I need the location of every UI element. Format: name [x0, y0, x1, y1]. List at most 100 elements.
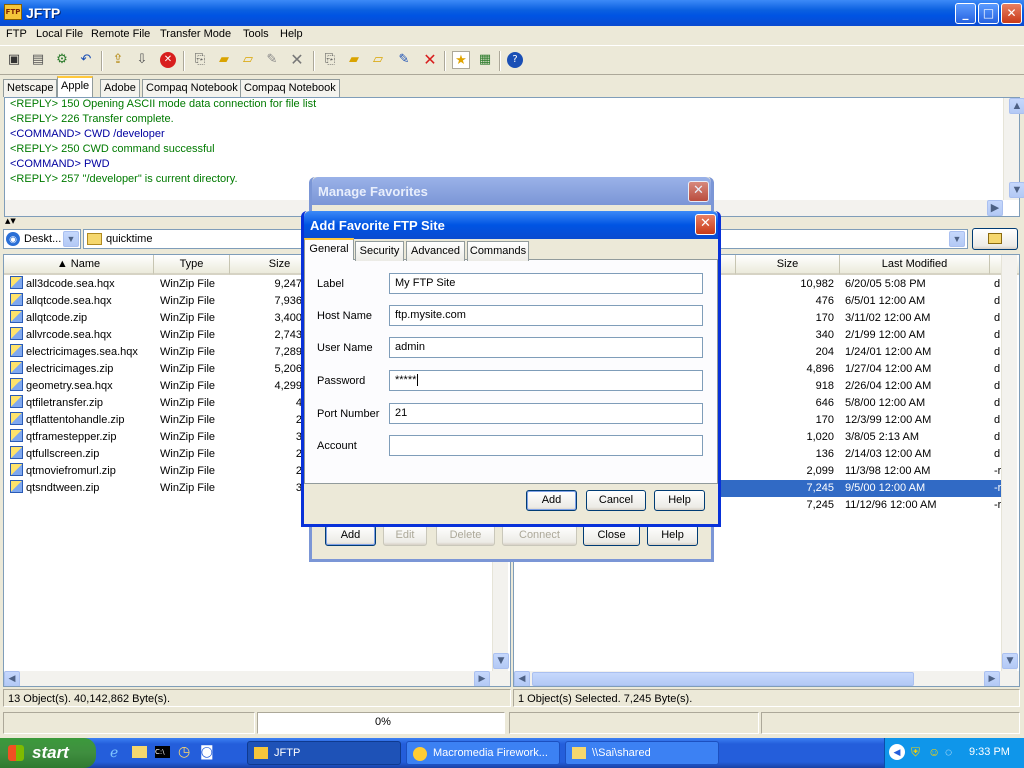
add-button[interactable]: Add [526, 490, 577, 511]
site-tab-compaq-notebook-2[interactable]: Compaq Notebook [240, 79, 340, 97]
copy-icon[interactable]: ⎘ [191, 51, 209, 69]
command-prompt-icon[interactable]: C:\ [155, 746, 170, 758]
local-drive-select[interactable]: ◉ Deskt... ▼ [3, 229, 81, 249]
log-vertical-scrollbar[interactable]: ▲ ▼ [1003, 98, 1024, 200]
scroll-left-arrow-icon[interactable]: ◀ [514, 671, 530, 686]
remote-rename-icon[interactable]: ✎ [395, 51, 413, 69]
log-window-icon[interactable]: ▦ [476, 51, 494, 69]
scroll-right-arrow-icon[interactable]: ▶ [984, 671, 1000, 686]
upload-icon[interactable]: ⇪ [109, 51, 127, 69]
explorer-folder-icon[interactable] [132, 746, 147, 758]
download-icon[interactable]: ⇩ [133, 51, 151, 69]
label-input[interactable]: My FTP Site [389, 273, 703, 294]
menu-help[interactable]: Help [280, 28, 303, 40]
scroll-up-arrow-icon[interactable]: ▲ [1009, 98, 1024, 114]
favorites-close-button[interactable]: Close [583, 525, 640, 546]
delete-icon[interactable]: ✕ [288, 51, 306, 69]
column-last-modified[interactable]: Last Modified [840, 255, 990, 275]
column-name[interactable]: ▲ Name [4, 255, 154, 275]
security-shield-icon[interactable]: ⛨ [911, 745, 920, 760]
rename-icon[interactable]: ✎ [263, 51, 281, 69]
reconnect-icon[interactable]: ↶ [77, 51, 95, 69]
menu-tools[interactable]: Tools [243, 28, 269, 40]
close-button[interactable]: ✕ [1001, 3, 1022, 24]
scroll-down-arrow-icon[interactable]: ▼ [1009, 182, 1024, 198]
account-input[interactable] [389, 435, 703, 456]
cancel-button[interactable]: Cancel [586, 490, 646, 511]
favorites-connect-button[interactable]: Connect [502, 525, 577, 546]
dropdown-chevron-icon[interactable]: ▼ [63, 231, 79, 247]
favorites-help-button[interactable]: Help [647, 525, 698, 546]
clock-app-icon[interactable]: ◷ [178, 744, 190, 760]
dropdown-chevron-icon[interactable]: ▼ [949, 231, 965, 247]
remote-new-folder-icon[interactable]: ▰ [345, 51, 363, 69]
scroll-thumb[interactable] [532, 672, 914, 686]
file-name: geometry.sea.hqx [10, 378, 113, 395]
task-jftp[interactable]: JFTP [247, 741, 401, 765]
scroll-right-arrow-icon[interactable]: ▶ [987, 200, 1003, 216]
maximize-button[interactable]: □ [978, 3, 999, 24]
add-favorite-title[interactable]: Add Favorite FTP Site [304, 211, 718, 239]
remote-horizontal-scrollbar[interactable]: ◀ ▶ [514, 671, 1019, 686]
quick-connect-icon[interactable]: ▤ [29, 51, 47, 69]
local-horizontal-scrollbar[interactable]: ◀ ▶ [4, 671, 510, 686]
new-connection-icon[interactable]: ▣ [5, 51, 23, 69]
menu-ftp[interactable]: FTP [6, 28, 27, 40]
tab-advanced[interactable]: Advanced [406, 241, 465, 261]
scroll-right-arrow-icon[interactable]: ▶ [474, 671, 490, 686]
minimize-button[interactable]: _ [955, 3, 976, 24]
task-macromedia-fireworks[interactable]: Macromedia Firework... [406, 741, 560, 765]
window-titlebar[interactable]: FTP JFTP _ □ ✕ [0, 0, 1024, 26]
tab-commands[interactable]: Commands [467, 241, 529, 261]
stop-icon[interactable]: ✕ [160, 52, 176, 68]
remote-folder-select[interactable]: ▼ [716, 229, 968, 249]
column-type[interactable]: Type [154, 255, 230, 275]
scroll-left-arrow-icon[interactable]: ◀ [4, 671, 20, 686]
clock[interactable]: 9:33 PM [969, 746, 1010, 758]
column-size[interactable]: Size [736, 255, 840, 275]
scroll-down-arrow-icon[interactable]: ▼ [1002, 653, 1018, 669]
connect-icon[interactable]: ⚙ [53, 51, 71, 69]
site-tab-netscape[interactable]: Netscape [3, 79, 58, 97]
site-tab-apple[interactable]: Apple [57, 76, 94, 98]
start-button[interactable]: start [0, 738, 96, 768]
favorites-add-button[interactable]: Add [325, 525, 376, 546]
site-tab-compaq-notebook-1[interactable]: Compaq Notebook [142, 79, 242, 97]
site-tab-adobe[interactable]: Adobe [100, 79, 140, 97]
volume-icon[interactable]: ◌ [945, 745, 952, 759]
user-name-input[interactable]: admin [389, 337, 703, 358]
remote-copy-icon[interactable]: ⎘ [321, 51, 339, 69]
local-folder-select[interactable]: quicktime [83, 229, 313, 249]
manage-favorites-title[interactable]: Manage Favorites [312, 177, 711, 205]
close-icon[interactable]: ✕ [695, 214, 716, 235]
tray-expand-icon[interactable]: ◀ [889, 744, 905, 760]
menu-local-file[interactable]: Local File [36, 28, 83, 40]
help-button[interactable]: Help [654, 490, 705, 511]
file-attributes: d [994, 448, 1001, 460]
host-name-input[interactable]: ftp.mysite.com [389, 305, 703, 326]
parent-folder-button[interactable] [972, 228, 1018, 250]
task-shared-folder[interactable]: \\Sai\shared [565, 741, 719, 765]
scroll-down-arrow-icon[interactable]: ▼ [493, 653, 509, 669]
internet-explorer-icon[interactable]: ℯ [110, 745, 118, 761]
splitter-arrows-icon[interactable]: ▲▼ [5, 217, 16, 225]
favorites-star-icon[interactable]: ★ [452, 51, 470, 69]
remote-delete-icon[interactable]: ✕ [421, 51, 439, 69]
favorites-delete-button[interactable]: Delete [436, 525, 495, 546]
close-icon[interactable]: ✕ [688, 181, 709, 202]
remote-vertical-scrollbar[interactable]: ▼ [1001, 255, 1018, 671]
open-folder-icon[interactable]: ▱ [239, 51, 257, 69]
menu-transfer-mode[interactable]: Transfer Mode [160, 28, 231, 40]
remote-open-folder-icon[interactable]: ▱ [369, 51, 387, 69]
password-input[interactable]: ***** [389, 370, 703, 391]
port-number-input[interactable]: 21 [389, 403, 703, 424]
messenger-icon[interactable]: ☺ [928, 745, 940, 759]
tab-security[interactable]: Security [355, 241, 404, 261]
menu-remote-file[interactable]: Remote File [91, 28, 150, 40]
favorites-edit-button[interactable]: Edit [383, 525, 427, 546]
file-size: 7,245 [806, 482, 834, 494]
tab-general[interactable]: General [304, 238, 354, 260]
new-folder-icon[interactable]: ▰ [215, 51, 233, 69]
quicklaunch-app-icon[interactable]: ◙ [200, 744, 214, 760]
help-icon[interactable]: ? [507, 52, 523, 68]
